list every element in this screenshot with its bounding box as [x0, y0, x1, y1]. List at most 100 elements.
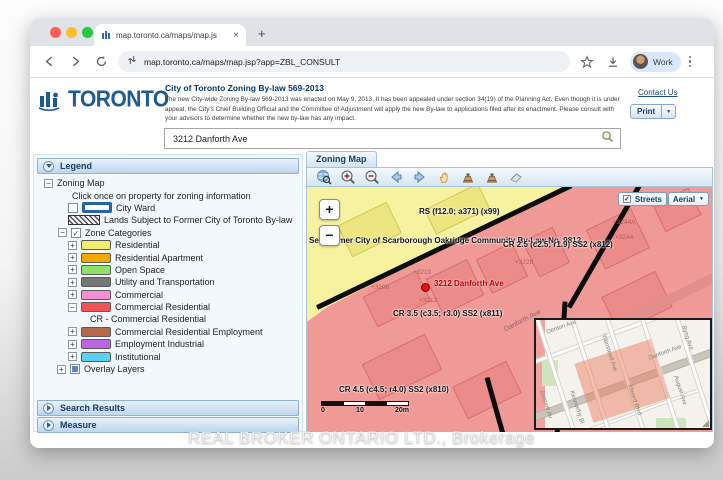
aerial-dropdown[interactable]: Aerial ▼	[668, 192, 709, 206]
map-zoom-out-button[interactable]: −	[319, 225, 340, 246]
legend-category-row: + Commercial Residential Employment	[38, 326, 300, 338]
category-swatch	[81, 327, 111, 337]
tree-expander[interactable]: +	[68, 327, 77, 336]
map-toolbar	[306, 167, 713, 187]
tree-expander[interactable]: +	[68, 290, 77, 299]
close-window-button[interactable]	[50, 27, 61, 38]
legend-hint: Click once on property for zoning inform…	[72, 191, 251, 201]
aerial-dropdown-icon: ▼	[699, 196, 704, 202]
legend-category-row: + Residential Apartment	[38, 251, 300, 263]
forward-icon[interactable]	[66, 53, 84, 71]
parcel-address-label: +3228	[515, 259, 533, 266]
legend-panel-header[interactable]: Legend	[37, 158, 299, 174]
scale-bar: 01020m	[321, 401, 409, 414]
overlay-layers-label: Overlay Layers	[84, 364, 145, 374]
measure-area-icon[interactable]	[483, 169, 500, 186]
reload-icon[interactable]	[92, 53, 110, 71]
tree-expander[interactable]: +	[68, 253, 77, 262]
zoom-in-icon[interactable]	[339, 169, 356, 186]
legend-category-row: +Commercial	[38, 289, 300, 301]
download-icon[interactable]	[604, 53, 622, 71]
streets-checkbox[interactable]: ✓	[623, 195, 631, 203]
legend-category-row: + Residential	[38, 239, 300, 251]
search-input[interactable]	[171, 133, 601, 145]
full-extent-icon[interactable]	[315, 169, 332, 186]
category-label: Residential	[115, 240, 160, 250]
tree-expander[interactable]: +	[68, 278, 77, 287]
browser-toolbar: map.toronto.ca/maps/map.jsp?app=ZBL_CONS…	[30, 46, 714, 78]
category-label: Commercial Residential	[115, 302, 210, 312]
category-label: Commercial Residential Employment	[115, 327, 263, 337]
url-text: map.toronto.ca/maps/map.jsp?app=ZBL_CONS…	[144, 57, 340, 67]
lands-swatch	[68, 215, 100, 225]
search-icon[interactable]	[601, 130, 614, 148]
new-tab-button[interactable]: +	[258, 26, 266, 41]
pan-icon[interactable]	[435, 169, 452, 186]
browser-tab[interactable]: map.toronto.ca/maps/map.js ×	[94, 24, 246, 46]
overlay-layers-checkbox[interactable]	[70, 364, 80, 374]
print-dropdown-icon[interactable]: ▼	[661, 105, 675, 118]
site-info-icon[interactable]	[127, 53, 137, 71]
legend-toggle-icon[interactable]	[43, 161, 54, 172]
zone-categories-checkbox[interactable]: ✓	[71, 228, 81, 238]
parcel-address-label: +3212	[419, 297, 437, 304]
category-swatch	[81, 339, 111, 349]
parcel-address-label: +3210	[413, 269, 431, 276]
tree-expander[interactable]: +	[57, 365, 66, 374]
category-label: Open Space	[115, 265, 165, 275]
back-icon[interactable]	[40, 53, 58, 71]
eraser-icon[interactable]	[507, 169, 524, 186]
tree-expander[interactable]: +	[68, 352, 77, 361]
minimize-window-button[interactable]	[66, 27, 77, 38]
toronto-logo: TORONTO	[38, 87, 169, 113]
tree-expander[interactable]: −	[58, 228, 67, 237]
tree-expander[interactable]: −	[68, 303, 77, 312]
map-canvas[interactable]: Danforth Ave RS (f12.0; a371) (x99)See F…	[306, 187, 713, 432]
city-ward-checkbox[interactable]	[68, 203, 78, 213]
profile-chip[interactable]: Work	[630, 52, 681, 72]
map-zoom-in-button[interactable]: +	[319, 199, 340, 220]
parcel-address-label: +3244	[615, 234, 633, 241]
zone-label: RS (f12.0; a371) (x99)	[419, 207, 499, 216]
tree-expander[interactable]: −	[44, 179, 53, 188]
inset-resize-icon[interactable]	[702, 420, 709, 427]
zone-label: CR 4.5 (c4.5; r4.0) SS2 (x810)	[339, 385, 449, 394]
search-results-toggle-icon[interactable]	[43, 403, 54, 414]
zone-label: CR 2.5 (c2.5; r1.9) SS2 (x812)	[503, 240, 613, 249]
legend-category-row: + Open Space	[38, 264, 300, 276]
legend-category-row: +Institutional	[38, 350, 300, 362]
lands-label: Lands Subject to Former City of Toronto …	[104, 215, 292, 225]
tab-zoning-map[interactable]: Zoning Map	[306, 151, 377, 168]
tab-title: map.toronto.ca/maps/map.js	[116, 31, 228, 40]
tree-expander[interactable]: +	[68, 340, 77, 349]
contact-us-link[interactable]: Contact Us	[638, 88, 678, 97]
next-extent-icon[interactable]	[411, 169, 428, 186]
tab-strip: map.toronto.ca/maps/map.js × +	[30, 18, 714, 46]
selected-property-marker	[421, 283, 430, 292]
category-label: Utility and Transportation	[115, 277, 215, 287]
category-swatch	[81, 290, 111, 300]
menu-dots-icon[interactable]	[689, 56, 692, 68]
print-button[interactable]: Print ▼	[630, 104, 676, 119]
streets-toggle[interactable]: ✓ Streets	[618, 192, 667, 206]
category-swatch	[81, 352, 111, 362]
maximize-window-button[interactable]	[82, 27, 93, 38]
category-label: Residential Apartment	[115, 253, 203, 263]
star-icon[interactable]	[578, 53, 596, 71]
tab-close-icon[interactable]: ×	[233, 30, 239, 41]
address-bar[interactable]: map.toronto.ca/maps/map.jsp?app=ZBL_CONS…	[118, 51, 570, 72]
category-swatch	[81, 253, 111, 263]
previous-extent-icon[interactable]	[387, 169, 404, 186]
selected-property-label: 3212 Danforth Ave	[434, 279, 504, 288]
category-child-label: CR - Commercial Residential	[38, 313, 300, 325]
tree-root-label: Zoning Map	[57, 178, 105, 188]
zoom-out-icon[interactable]	[363, 169, 380, 186]
profile-label: Work	[653, 57, 673, 67]
tree-expander[interactable]: +	[68, 265, 77, 274]
avatar	[633, 54, 648, 69]
logo-text: TORONTO	[68, 87, 169, 113]
overview-inset-map[interactable]: Denton AveWanstead AveByng AveDanforth A…	[534, 318, 712, 430]
search-results-panel-header[interactable]: Search Results	[37, 400, 299, 416]
tree-expander[interactable]: +	[68, 241, 77, 250]
measure-distance-icon[interactable]	[459, 169, 476, 186]
